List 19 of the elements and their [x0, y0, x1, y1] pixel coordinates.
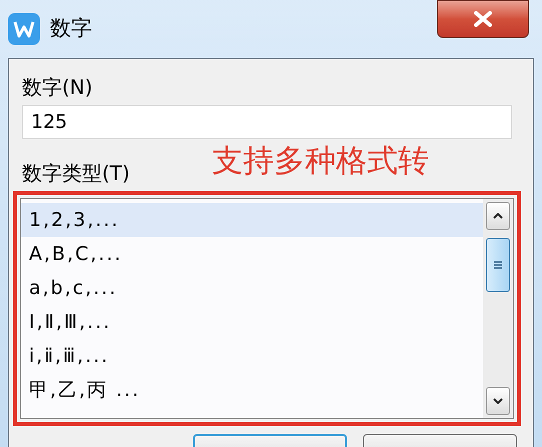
close-button[interactable]	[437, 0, 529, 38]
list-item[interactable]: A,B,C,...	[21, 237, 483, 271]
type-list[interactable]: 1,2,3,... A,B,C,... a,b,c,... Ⅰ,Ⅱ,Ⅲ,... ⅰ,ⅱ,ⅲ,... 甲,乙,丙 ...	[20, 198, 514, 419]
scroll-thumb[interactable]	[486, 238, 510, 292]
list-item[interactable]: 1,2,3,...	[21, 203, 483, 237]
list-item[interactable]: a,b,c,...	[21, 271, 483, 305]
close-icon	[472, 10, 494, 28]
grip-icon	[493, 260, 503, 270]
annotation-text: 支持多种格式转	[212, 142, 429, 181]
list-item[interactable]: Ⅰ,Ⅱ,Ⅲ,...	[21, 305, 483, 339]
scroll-up-button[interactable]	[486, 202, 510, 230]
window-title: 数字	[50, 15, 92, 42]
type-label: 数字类型(T)	[22, 160, 130, 187]
app-logo-icon	[8, 13, 40, 45]
list-item[interactable]: ⅰ,ⅱ,ⅲ,...	[21, 339, 483, 373]
list-item[interactable]: 甲,乙,丙 ...	[21, 373, 483, 407]
number-field[interactable]: 125	[22, 105, 512, 139]
scroll-down-button[interactable]	[486, 387, 510, 415]
number-label: 数字(N)	[22, 74, 93, 101]
